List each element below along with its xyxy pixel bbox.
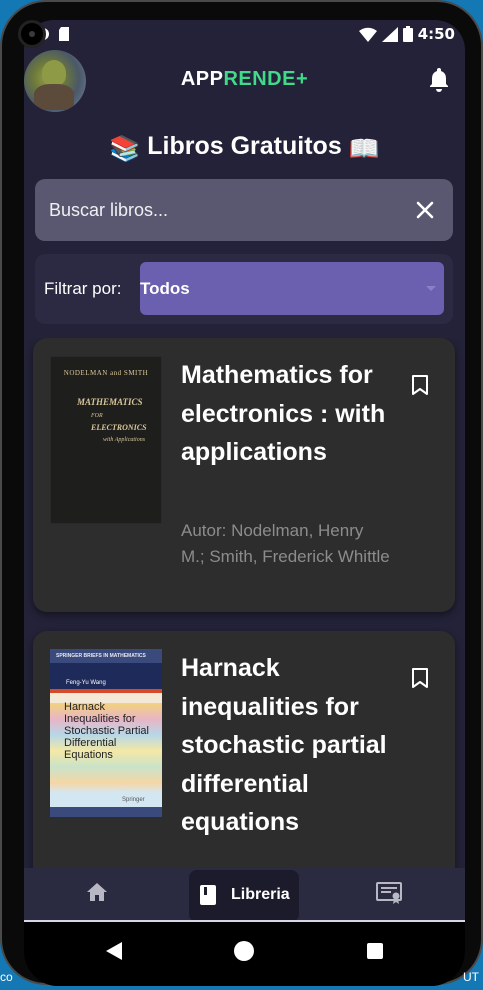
bookmark-icon[interactable] <box>411 374 429 396</box>
front-camera <box>18 20 46 48</box>
book-icon <box>200 885 216 905</box>
signal-icon <box>381 26 398 42</box>
book-card[interactable]: SPRINGER BRIEFS IN MATHEMATICS Feng-Yu W… <box>33 631 455 868</box>
home-circle-icon[interactable] <box>234 941 254 961</box>
dropdown-arrow-icon <box>426 286 436 291</box>
wifi-icon <box>358 27 377 42</box>
edge-text-left: co <box>0 970 13 984</box>
battery-icon <box>402 26 413 42</box>
app-screen: 4:50 APPRENDE+ 📚 Libros Gratuitos 📖 Filt… <box>24 20 465 986</box>
notifications-bell-icon[interactable] <box>427 66 451 92</box>
status-time: 4:50 <box>417 25 455 43</box>
nav-item-library[interactable]: Libreria <box>189 870 299 922</box>
page-title: 📚 Libros Gratuitos 📖 <box>24 132 465 164</box>
open-book-emoji-icon: 📖 <box>348 135 380 163</box>
certificate-icon[interactable] <box>376 881 404 905</box>
sd-card-icon <box>59 27 69 41</box>
book-cover: NODELMAN and SMITH MATHEMATICS FOR ELECT… <box>50 356 162 524</box>
bottom-navigation: Libreria <box>24 868 465 922</box>
filter-selected-value: Todos <box>140 279 190 298</box>
cover-author: NODELMAN and SMITH <box>63 369 149 377</box>
search-input[interactable] <box>49 199 389 221</box>
brand-part-app: APP <box>180 68 224 90</box>
book-author: Autor: Nodelman, Henry M.; Smith, Freder… <box>181 521 390 566</box>
status-bar: 4:50 <box>24 20 465 50</box>
page-title-text: Libros Gratuitos <box>147 132 342 160</box>
books-emoji-icon: 📚 <box>109 135 141 163</box>
cover-title-line: ELECTRONICS <box>91 423 147 432</box>
cover-series: SPRINGER BRIEFS IN MATHEMATICS <box>56 653 146 659</box>
home-icon[interactable] <box>86 882 108 902</box>
cover-publisher: Springer <box>122 797 145 803</box>
back-icon[interactable] <box>106 942 122 960</box>
filter-dropdown[interactable]: Todos <box>140 262 444 315</box>
filter-label: Filtrar por: <box>44 279 122 298</box>
bookmark-icon[interactable] <box>411 667 429 689</box>
search-bar <box>35 179 453 241</box>
brand-part-rende: RENDE+ <box>223 68 309 90</box>
book-cover: SPRINGER BRIEFS IN MATHEMATICS Feng-Yu W… <box>50 649 162 817</box>
book-title: Harnack inequalities for stochastic part… <box>181 654 387 836</box>
book-list: NODELMAN and SMITH MATHEMATICS FOR ELECT… <box>24 338 465 868</box>
cover-title-line: FOR <box>91 413 103 419</box>
system-navigation-bar <box>24 922 465 986</box>
cover-author: Feng-Yu Wang <box>66 680 106 686</box>
status-icons-right: 4:50 <box>358 25 455 43</box>
book-title: Mathematics for electronics : with appli… <box>181 361 386 466</box>
edge-text-right: UT <box>463 970 479 984</box>
nav-library-label: Libreria <box>231 886 290 903</box>
cover-title-line: MATHEMATICS <box>77 397 143 407</box>
clear-search-icon[interactable] <box>415 200 435 220</box>
cover-subtitle: with Applications <box>103 437 146 443</box>
recent-apps-icon[interactable] <box>367 943 383 959</box>
book-card[interactable]: NODELMAN and SMITH MATHEMATICS FOR ELECT… <box>33 338 455 612</box>
app-bar: APPRENDE+ <box>24 50 465 112</box>
cover-title: Harnack Inequalities for Stochastic Part… <box>64 701 149 761</box>
app-brand: APPRENDE+ <box>24 68 465 91</box>
phone-frame: 4:50 APPRENDE+ 📚 Libros Gratuitos 📖 Filt… <box>0 0 483 986</box>
filter-panel: Filtrar por: Todos <box>35 254 453 324</box>
